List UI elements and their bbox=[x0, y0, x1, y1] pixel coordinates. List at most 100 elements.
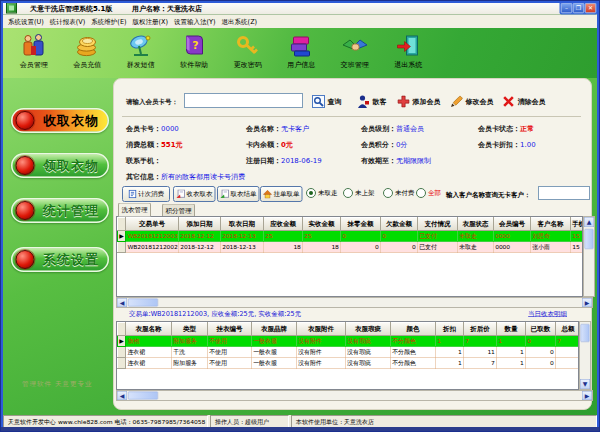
table-row[interactable]: 连衣裙附加服务不使用一般衣服没有附件没有瑕疵不分颜色1710 bbox=[118, 358, 580, 369]
minimize-button[interactable]: – bbox=[561, 3, 572, 13]
menu-item-2[interactable]: 统计报表(V) bbox=[47, 17, 89, 26]
member-field: 联系手机： bbox=[126, 156, 161, 165]
maximize-button[interactable]: ❐ bbox=[573, 3, 584, 13]
items-vscrollbar[interactable]: ▼ bbox=[579, 321, 591, 390]
filter-label: 输入客户名称查询无卡客户： bbox=[446, 190, 531, 199]
column-header[interactable]: 手机 bbox=[571, 218, 583, 231]
sidebar-button-3[interactable]: 统计管理 bbox=[11, 198, 109, 223]
members-icon bbox=[21, 32, 47, 59]
column-header[interactable]: 衣服品牌 bbox=[252, 323, 297, 336]
menu-item-6[interactable]: 退出系统(Z) bbox=[219, 17, 261, 26]
customer-name-input[interactable] bbox=[538, 186, 590, 200]
window-controls: – ❐ ✕ bbox=[560, 2, 598, 15]
search-icon bbox=[312, 95, 325, 108]
search-button[interactable]: 查询 bbox=[312, 95, 342, 108]
column-header[interactable]: 类型 bbox=[172, 323, 208, 336]
table-row[interactable]: WB201812120022018-12-122018-12-13181800已… bbox=[118, 242, 583, 253]
tab-1[interactable]: 洗衣管理 bbox=[118, 203, 151, 217]
column-header[interactable]: 交易单号 bbox=[126, 218, 179, 231]
toolbar-button-1[interactable]: 会员管理 bbox=[7, 28, 61, 78]
column-header[interactable]: 会员编号 bbox=[494, 218, 531, 231]
column-header[interactable]: 客户名称 bbox=[531, 218, 571, 231]
table-row[interactable]: ▶旗袍附加服务不使用一般衣服没有附件没有瑕疵不分颜色17107 bbox=[118, 336, 580, 347]
column-header[interactable]: 抹零金额 bbox=[341, 218, 381, 231]
orders-vscrollbar[interactable]: ▲ bbox=[583, 216, 595, 297]
column-header[interactable]: 衣服瑕疵 bbox=[346, 323, 391, 336]
radio-circle bbox=[416, 188, 426, 198]
delete-icon bbox=[502, 95, 515, 108]
sidebar-button-1[interactable]: 收取衣物 bbox=[11, 108, 109, 133]
svg-text:?: ? bbox=[192, 39, 198, 52]
window-user-label: 用户名称：天意洗衣店 bbox=[132, 4, 202, 13]
member-field: 会员积分：0分 bbox=[361, 140, 407, 149]
close-button[interactable]: ✕ bbox=[585, 3, 596, 13]
radio-4[interactable]: 全部 bbox=[416, 188, 441, 198]
column-header[interactable]: 实收金额 bbox=[303, 218, 341, 231]
column-header[interactable]: 添加日期 bbox=[179, 218, 221, 231]
toolbar-button-6[interactable]: 用户信息 bbox=[275, 28, 329, 78]
member-field: 会员卡折扣：1.00 bbox=[478, 140, 536, 149]
red-ball-icon bbox=[16, 156, 35, 175]
member-field: 注册日期：2018-06-19 bbox=[246, 156, 322, 165]
column-header[interactable]: 总额 bbox=[556, 323, 580, 336]
radio-1[interactable]: 未取走 bbox=[306, 188, 338, 198]
action-button-2[interactable]: 收衣取衣 bbox=[173, 186, 216, 202]
column-header[interactable]: 衣服状态 bbox=[458, 218, 494, 231]
table-row[interactable]: ▶WB201812120032018-12-122018-12-13252500… bbox=[118, 231, 583, 242]
sidebar-button-2[interactable]: 领取衣物 bbox=[11, 153, 109, 178]
card-number-input[interactable] bbox=[184, 93, 303, 108]
toolbar-button-4[interactable]: ?软件帮助 bbox=[168, 28, 222, 78]
menu-item-3[interactable]: 系统维护(E) bbox=[88, 17, 129, 26]
member-field: 其它信息：所有的散客都用读卡号消费 bbox=[126, 172, 245, 181]
column-header[interactable]: 取衣日期 bbox=[221, 218, 264, 231]
items-hscrollbar[interactable]: ◀ ▶ bbox=[116, 390, 593, 401]
action-button-1[interactable]: 计次消费 bbox=[122, 186, 170, 202]
orders-table: 交易单号添加日期取衣日期应收金额实收金额抹零金额欠款金额支付情况衣服状态会员编号… bbox=[116, 216, 583, 297]
red-ball-icon bbox=[16, 250, 35, 269]
column-header[interactable]: 支付情况 bbox=[418, 218, 458, 231]
recharge-icon bbox=[74, 32, 100, 59]
edit-icon bbox=[450, 95, 463, 108]
menu-item-1[interactable]: 系统设置(U) bbox=[5, 17, 47, 26]
daily-receive-detail-link[interactable]: 当日收衣明细 bbox=[528, 310, 567, 319]
column-header[interactable]: 折后价 bbox=[464, 323, 497, 336]
edit-button[interactable]: 修改会员 bbox=[450, 95, 494, 108]
add-button[interactable]: 添加会员 bbox=[397, 95, 441, 108]
member-field: 会员卡状态：正常 bbox=[478, 124, 534, 133]
menu-item-5[interactable]: 设置输入法(Y) bbox=[171, 17, 219, 26]
delete-button[interactable]: 清除会员 bbox=[502, 95, 546, 108]
column-header[interactable]: 衣服附件 bbox=[297, 323, 346, 336]
sidebar-button-4[interactable]: 系统设置 bbox=[11, 247, 109, 272]
column-header[interactable]: 挂衣编号 bbox=[208, 323, 252, 336]
column-header[interactable]: 数量 bbox=[497, 323, 526, 336]
table-row[interactable]: 连衣裙干洗不使用一般衣服没有附件没有瑕疵不分颜色11110 bbox=[118, 347, 580, 358]
toolbar-button-3[interactable]: 群发短信 bbox=[114, 28, 168, 78]
menu-bar: 系统设置(U)统计报表(V)系统维护(E)版权注册(X)设置输入法(Y)退出系统… bbox=[3, 15, 597, 28]
body-area: 收取衣物领取衣物统计管理系统设置管理软件 天意更专业 请输入会员卡号： 查询散客… bbox=[3, 78, 597, 415]
card-input-label: 请输入会员卡号： bbox=[126, 97, 178, 106]
action-button-4[interactable]: 挂单取单 bbox=[260, 186, 303, 202]
radio-2[interactable]: 未上架 bbox=[343, 188, 375, 198]
toolbar-button-5[interactable]: 更改密码 bbox=[221, 28, 275, 78]
orders-hscrollbar[interactable]: ◀ ▶ bbox=[116, 297, 593, 308]
toolbar-button-8[interactable]: 退出系统 bbox=[382, 28, 436, 78]
main-panel: 请输入会员卡号： 查询散客添加会员修改会员清除会员 会员卡号：0000会员名称：… bbox=[113, 78, 592, 410]
member-field: 会员级别：普通会员 bbox=[361, 124, 424, 133]
column-header[interactable]: 已取数 bbox=[526, 323, 556, 336]
userinfo-icon bbox=[288, 32, 314, 59]
walkin-button[interactable]: 散客 bbox=[357, 95, 387, 108]
column-header[interactable]: 欠款金额 bbox=[381, 218, 418, 231]
column-header[interactable]: 应收金额 bbox=[264, 218, 303, 231]
red-ball-icon bbox=[16, 201, 35, 220]
column-header[interactable]: 颜色 bbox=[391, 323, 436, 336]
radio-3[interactable]: 未付费 bbox=[383, 188, 415, 198]
menu-item-4[interactable]: 版权注册(X) bbox=[130, 17, 172, 26]
toolbar-button-2[interactable]: 会员充值 bbox=[61, 28, 115, 78]
tab-2[interactable]: 积分管理 bbox=[162, 204, 195, 217]
action-button-3[interactable]: 取衣结单 bbox=[217, 186, 260, 202]
toolbar-button-7[interactable]: 交班管理 bbox=[328, 28, 382, 78]
separator bbox=[122, 116, 581, 117]
walkin-icon bbox=[357, 95, 370, 108]
column-header[interactable]: 衣服名称 bbox=[126, 323, 172, 336]
column-header[interactable]: 折扣 bbox=[436, 323, 464, 336]
